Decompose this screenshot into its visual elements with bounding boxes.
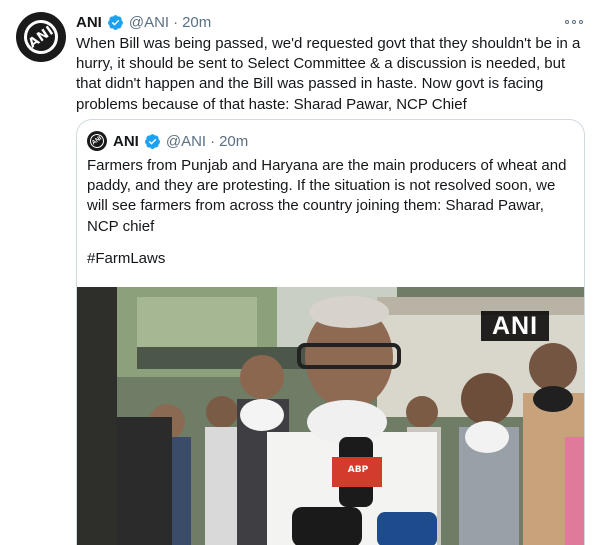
quoted-author-avatar: ANI [87,131,107,151]
verified-badge-icon [107,14,123,30]
ani-watermark: ANI [481,311,549,341]
quoted-tweet-header: ANI ANI @ANI · 20m [87,130,248,152]
tweet[interactable]: ANI ANI @ANI · 20m When Bill was being p… [0,0,597,545]
hashtag-link[interactable]: #FarmLaws [87,249,165,269]
quoted-tweet-text: Farmers from Punjab and Haryana are the … [87,157,567,235]
tweet-header: ANI @ANI · 20m [76,12,211,32]
more-options-icon[interactable] [565,15,583,29]
quoted-author-name: ANI [113,132,139,150]
author-name[interactable]: ANI [76,14,102,31]
author-handle[interactable]: @ANI [129,14,169,31]
quoted-tweet-timestamp: 20m [219,132,249,150]
quoted-author-handle: @ANI [165,132,207,150]
quoted-avatar-logo-text: ANI [87,131,107,151]
separator-dot: · [173,13,179,31]
avatar-logo-text: ANI [25,23,57,51]
quoted-tweet[interactable]: ANI ANI @ANI · 20m Farmers from Punjab a… [76,119,585,545]
tweet-timestamp[interactable]: 20m [182,14,211,31]
quoted-tweet-video[interactable]: ABP ANI [77,287,584,545]
tweet-text: When Bill was being passed, we'd request… [76,35,581,113]
author-avatar[interactable]: ANI [16,12,66,62]
separator-dot: · [210,132,216,150]
verified-badge-icon [144,133,160,149]
ani-logo: ANI [17,13,65,61]
microphone-logo: ABP [347,465,369,475]
